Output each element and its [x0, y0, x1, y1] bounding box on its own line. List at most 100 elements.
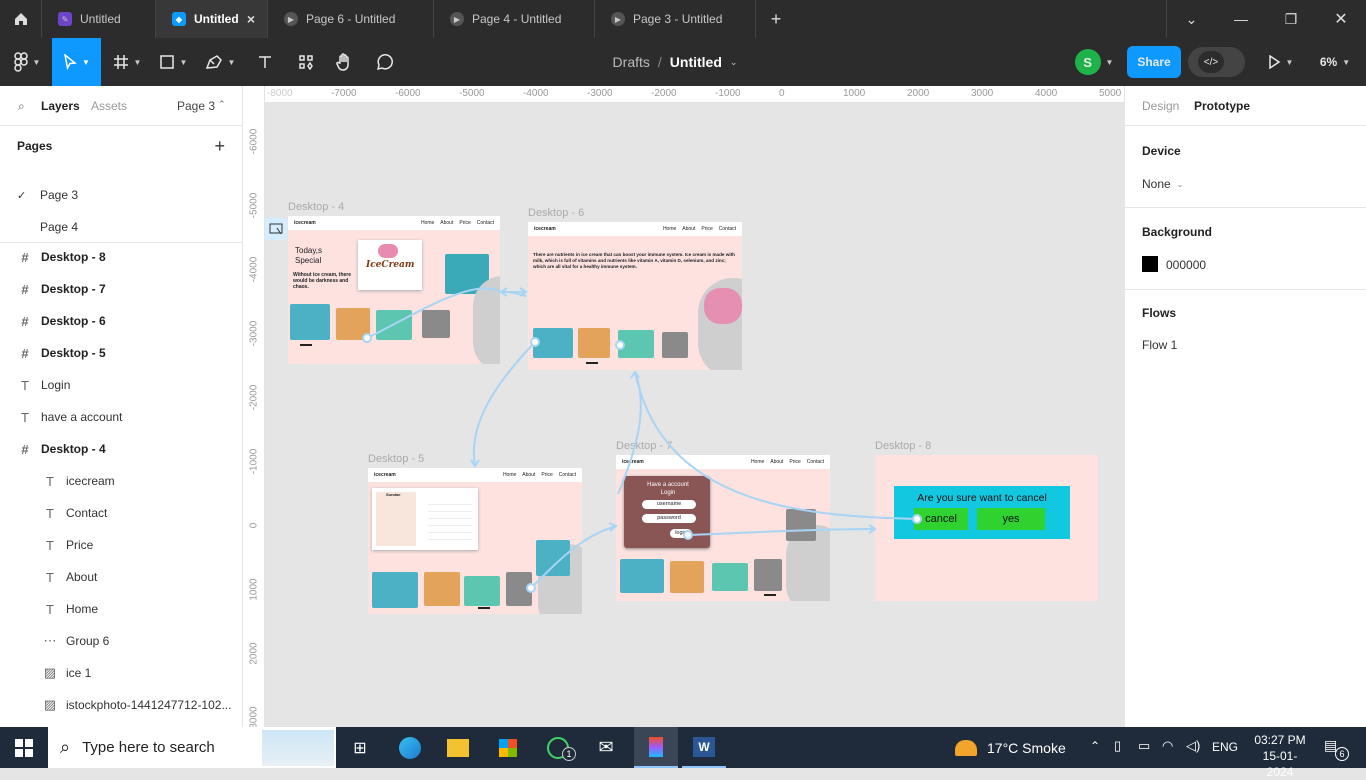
connection-node: [615, 340, 625, 350]
windows-start-button[interactable]: [2, 727, 46, 768]
frame-tool[interactable]: ▼: [106, 38, 148, 86]
chevron-down-icon[interactable]: ⌄: [1166, 0, 1216, 38]
file-explorer-icon[interactable]: [436, 727, 480, 768]
weather-widget[interactable]: 17°C Smoke: [955, 727, 1066, 768]
layer-item[interactable]: T Contact: [0, 497, 242, 529]
whatsapp-icon[interactable]: 1: [536, 727, 580, 768]
layer-item[interactable]: # Desktop - 5: [0, 337, 242, 369]
tab-prototype[interactable]: Prototype: [1194, 99, 1250, 113]
search-icon[interactable]: ⌕: [18, 99, 25, 114]
zoom-control[interactable]: 6% ▼: [1310, 38, 1360, 86]
layer-item[interactable]: T Price: [0, 529, 242, 561]
move-tool[interactable]: ▼: [52, 38, 101, 86]
layer-item[interactable]: T Login: [0, 369, 242, 401]
store-icon[interactable]: [486, 727, 530, 768]
close-window-button[interactable]: ✕: [1316, 0, 1366, 38]
tab-label: Page 6 - Untitled: [306, 12, 396, 26]
text-tool[interactable]: [248, 38, 282, 86]
figjam-icon: ✎: [58, 12, 72, 26]
tab-page6[interactable]: ▶ Page 6 - Untitled: [268, 0, 434, 38]
tab-untitled-active[interactable]: ◈ Untitled ×: [156, 0, 268, 38]
panel-tabs: ⌕ Layers Assets Page 3 ⌃: [0, 86, 242, 126]
tab-design[interactable]: Design: [1142, 99, 1179, 113]
file-breadcrumb[interactable]: Drafts / Untitled ⌄: [600, 38, 750, 86]
layer-item[interactable]: ⋯ Group 6: [0, 625, 242, 657]
shape-tool[interactable]: ▼: [152, 38, 194, 86]
layer-item[interactable]: # Desktop - 6: [0, 305, 242, 337]
toolbar: ▼ ▼ ▼ ▼ ▼ Drafts / Untitled ⌄ S ▼ Share …: [0, 38, 1366, 86]
hand-tool[interactable]: [328, 38, 360, 86]
edge-glyph: [399, 736, 421, 759]
page-selector[interactable]: Page 3: [177, 99, 215, 113]
text-layer-icon: T: [46, 473, 54, 489]
restore-button[interactable]: ❐: [1266, 0, 1316, 38]
resources-tool[interactable]: [290, 38, 322, 86]
connection-7-to-6: [617, 371, 642, 495]
language-indicator[interactable]: ENG: [1212, 740, 1238, 754]
tab-layers[interactable]: Layers: [41, 99, 80, 113]
layer-item[interactable]: Thave a account: [0, 401, 242, 433]
chevron-down-icon: ▼: [1105, 57, 1114, 67]
layer-item[interactable]: ▨ istockphoto-1441247712-102...: [0, 689, 242, 721]
wifi-icon[interactable]: ◠: [1162, 738, 1173, 754]
home-tab[interactable]: [0, 0, 42, 38]
close-tab-icon[interactable]: ×: [247, 11, 255, 27]
chevron-up-icon: ⌃: [218, 99, 226, 109]
taskbar-search[interactable]: ⌕ Type here to search: [48, 727, 336, 768]
clock[interactable]: 03:27 PM 15-01-2024: [1250, 732, 1310, 780]
new-tab-button[interactable]: +: [756, 0, 796, 38]
add-page-icon[interactable]: +: [214, 136, 225, 157]
pen-tool[interactable]: ▼: [198, 38, 242, 86]
background-hex-input[interactable]: 000000: [1166, 258, 1206, 272]
background-swatch[interactable]: [1142, 256, 1158, 272]
layer-label: icecream: [66, 474, 115, 488]
main-menu-button[interactable]: ▼: [4, 38, 50, 86]
layer-item[interactable]: T Home: [0, 593, 242, 625]
layer-label: Desktop - 6: [41, 314, 106, 328]
taskbar: ⌕ Type here to search ⊞ 1 ✉ W 17°C Smoke…: [0, 727, 1366, 779]
prototype-play-icon: ▶: [611, 12, 625, 26]
page-item-page-4[interactable]: Page 4: [0, 211, 242, 243]
text-layer-icon: T: [46, 505, 54, 521]
mail-icon[interactable]: ✉: [584, 727, 628, 768]
connection-node: [362, 333, 372, 343]
search-placeholder: Type here to search: [82, 739, 215, 756]
word-icon[interactable]: W: [682, 727, 726, 768]
layer-item[interactable]: # Desktop - 7: [0, 273, 242, 305]
layer-item[interactable]: ▨ ice 1: [0, 657, 242, 689]
edge-icon[interactable]: [388, 727, 432, 768]
breadcrumb-drafts[interactable]: Drafts: [613, 54, 650, 70]
present-button[interactable]: ▼: [1260, 38, 1300, 86]
tab-page3[interactable]: ▶ Page 3 - Untitled: [595, 0, 756, 38]
store-glyph: [499, 738, 517, 757]
layer-item[interactable]: T About: [0, 561, 242, 593]
search-icon: ⌕: [60, 737, 71, 757]
dev-mode-toggle[interactable]: </>: [1188, 47, 1245, 77]
page-item-page-3[interactable]: ✓ Page 3: [0, 179, 242, 211]
connection-4-to-6: [366, 287, 526, 339]
minimize-button[interactable]: —: [1216, 0, 1266, 38]
tab-page4[interactable]: ▶ Page 4 - Untitled: [434, 0, 595, 38]
device-select[interactable]: None ⌄: [1142, 177, 1183, 191]
user-menu[interactable]: S ▼: [1070, 38, 1118, 86]
layer-item[interactable]: Ticecream: [0, 465, 242, 497]
chevron-up-icon[interactable]: ⌃: [1090, 739, 1100, 753]
layer-item[interactable]: # Desktop - 4: [0, 433, 242, 465]
layer-label: istockphoto-1441247712-102...: [66, 698, 232, 712]
battery-icon[interactable]: ▭: [1138, 738, 1150, 754]
tab-label: Untitled: [80, 12, 121, 26]
canvas[interactable]: -8000 -7000 -6000 -5000 -4000 -3000 -2000 -1000…: [243, 86, 1124, 727]
bluetooth-device-icon[interactable]: ▯: [1114, 738, 1121, 754]
file-name[interactable]: Untitled: [670, 54, 722, 70]
tab-assets[interactable]: Assets: [91, 99, 127, 113]
divider: [1125, 207, 1366, 208]
task-view-icon[interactable]: ⊞: [338, 727, 382, 768]
tab-untitled-1[interactable]: ✎ Untitled: [42, 0, 156, 38]
layer-item[interactable]: # Desktop - 8: [0, 241, 242, 273]
components-icon: [299, 55, 313, 70]
figma-taskbar-icon[interactable]: [634, 727, 678, 768]
comment-tool[interactable]: [368, 38, 400, 86]
flow-item[interactable]: Flow 1: [1142, 338, 1177, 352]
volume-icon[interactable]: ◁): [1186, 738, 1200, 754]
share-button[interactable]: Share: [1127, 46, 1181, 78]
